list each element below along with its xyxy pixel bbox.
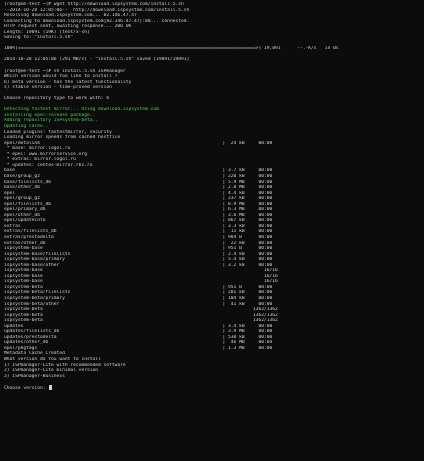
version-prompt-line[interactable]: Choose version:	[4, 384, 420, 391]
terminal-output: [root@vm-test ~]# wget http://download.i…	[4, 2, 420, 385]
text-cursor	[49, 384, 53, 390]
version-prompt: Choose version:	[4, 385, 49, 391]
terminal-window[interactable]: [root@vm-test ~]# wget http://download.i…	[0, 0, 424, 461]
